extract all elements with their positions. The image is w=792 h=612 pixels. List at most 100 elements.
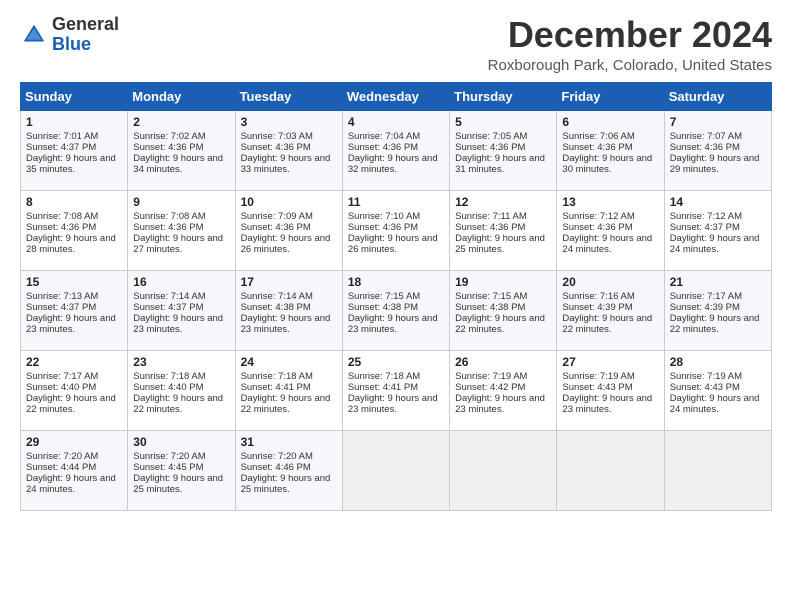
calendar-cell: 4Sunrise: 7:04 AMSunset: 4:36 PMDaylight… — [342, 110, 449, 190]
sunset-text: Sunset: 4:42 PM — [455, 382, 551, 393]
calendar-cell: 23 Sunrise: 7:18 AMSunset: 4:40 PMDayligh… — [128, 350, 235, 430]
calendar-cell: 30Sunrise: 7:20 AMSunset: 4:45 PMDayligh… — [128, 430, 235, 510]
day-number: 23 — [133, 355, 229, 369]
sunset-text: Sunset: 4:39 PM — [562, 302, 658, 313]
day-number: 20 — [562, 275, 658, 289]
daylight-text: Daylight: 9 hours and 23 minutes. — [348, 313, 444, 335]
logo-text-general: General — [52, 15, 119, 35]
calendar-cell: 5Sunrise: 7:05 AMSunset: 4:36 PMDaylight… — [450, 110, 557, 190]
daylight-text: Daylight: 9 hours and 23 minutes. — [348, 393, 444, 415]
calendar-cell: 1Sunrise: 7:01 AMSunset: 4:37 PMDaylight… — [21, 110, 128, 190]
calendar-cell: 26Sunrise: 7:19 AMSunset: 4:42 PMDayligh… — [450, 350, 557, 430]
sunrise-text: Sunrise: 7:20 AM — [133, 451, 229, 462]
day-number: 31 — [241, 435, 337, 449]
day-number: 17 — [241, 275, 337, 289]
calendar-week-row: 15Sunrise: 7:13 AMSunset: 4:37 PMDayligh… — [21, 270, 772, 350]
sunrise-text: Sunrise: 7:19 AM — [455, 371, 551, 382]
location: Roxborough Park, Colorado, United States — [488, 57, 772, 74]
sunset-text: Sunset: 4:36 PM — [241, 222, 337, 233]
sunset-text: Sunset: 4:36 PM — [562, 222, 658, 233]
weekday-header-saturday: Saturday — [664, 82, 771, 110]
header-area: General Blue December 2024 Roxborough Pa… — [20, 15, 772, 74]
weekday-header-sunday: Sunday — [21, 82, 128, 110]
day-number: 4 — [348, 115, 444, 129]
sunrise-text: Sunrise: 7:18 AM — [133, 371, 229, 382]
day-number: 19 — [455, 275, 551, 289]
day-number: 8 — [26, 195, 122, 209]
calendar-table: SundayMondayTuesdayWednesdayThursdayFrid… — [20, 82, 772, 511]
calendar-cell: 28Sunrise: 7:19 AMSunset: 4:43 PMDayligh… — [664, 350, 771, 430]
daylight-text: Daylight: 9 hours and 22 minutes. — [241, 393, 337, 415]
sunrise-text: Sunrise: 7:13 AM — [26, 291, 122, 302]
sunrise-text: Sunrise: 7:19 AM — [562, 371, 658, 382]
calendar-cell — [664, 430, 771, 510]
calendar-cell: 7Sunrise: 7:07 AMSunset: 4:36 PMDaylight… — [664, 110, 771, 190]
sunrise-text: Sunrise: 7:12 AM — [670, 211, 766, 222]
sunset-text: Sunset: 4:44 PM — [26, 462, 122, 473]
day-number: 30 — [133, 435, 229, 449]
sunrise-text: Sunrise: 7:18 AM — [241, 371, 337, 382]
sunset-text: Sunset: 4:37 PM — [670, 222, 766, 233]
daylight-text: Daylight: 9 hours and 22 minutes. — [562, 313, 658, 335]
day-number: 13 — [562, 195, 658, 209]
sunrise-text: Sunrise: 7:02 AM — [133, 131, 229, 142]
calendar-cell — [342, 430, 449, 510]
day-number: 11 — [348, 195, 444, 209]
day-number: 12 — [455, 195, 551, 209]
day-number: 16 — [133, 275, 229, 289]
daylight-text: Daylight: 9 hours and 22 minutes. — [26, 393, 122, 415]
calendar-cell — [450, 430, 557, 510]
sunset-text: Sunset: 4:36 PM — [348, 142, 444, 153]
daylight-text: Daylight: 9 hours and 26 minutes. — [241, 233, 337, 255]
sunset-text: Sunset: 4:36 PM — [455, 222, 551, 233]
sunset-text: Sunset: 4:36 PM — [133, 222, 229, 233]
daylight-text: Daylight: 9 hours and 25 minutes. — [455, 233, 551, 255]
daylight-text: Daylight: 9 hours and 22 minutes. — [133, 393, 229, 415]
day-number: 15 — [26, 275, 122, 289]
day-number: 7 — [670, 115, 766, 129]
daylight-text: Daylight: 9 hours and 33 minutes. — [241, 153, 337, 175]
sunset-text: Sunset: 4:40 PM — [133, 382, 229, 393]
calendar-cell: 9Sunrise: 7:08 AMSunset: 4:36 PMDaylight… — [128, 190, 235, 270]
day-number: 5 — [455, 115, 551, 129]
sunrise-text: Sunrise: 7:16 AM — [562, 291, 658, 302]
calendar-cell: 31Sunrise: 7:20 AMSunset: 4:46 PMDayligh… — [235, 430, 342, 510]
sunrise-text: Sunrise: 7:08 AM — [133, 211, 229, 222]
sunrise-text: Sunrise: 7:18 AM — [348, 371, 444, 382]
sunset-text: Sunset: 4:38 PM — [241, 302, 337, 313]
sunrise-text: Sunrise: 7:20 AM — [241, 451, 337, 462]
sunrise-text: Sunrise: 7:06 AM — [562, 131, 658, 142]
sunset-text: Sunset: 4:46 PM — [241, 462, 337, 473]
sunrise-text: Sunrise: 7:15 AM — [348, 291, 444, 302]
sunrise-text: Sunrise: 7:01 AM — [26, 131, 122, 142]
sunset-text: Sunset: 4:37 PM — [133, 302, 229, 313]
calendar-cell: 17Sunrise: 7:14 AMSunset: 4:38 PMDayligh… — [235, 270, 342, 350]
daylight-text: Daylight: 9 hours and 27 minutes. — [133, 233, 229, 255]
day-number: 22 — [26, 355, 122, 369]
sunrise-text: Sunrise: 7:15 AM — [455, 291, 551, 302]
daylight-text: Daylight: 9 hours and 32 minutes. — [348, 153, 444, 175]
sunset-text: Sunset: 4:36 PM — [348, 222, 444, 233]
day-number: 28 — [670, 355, 766, 369]
month-title: December 2024 — [488, 15, 772, 55]
sunrise-text: Sunrise: 7:17 AM — [670, 291, 766, 302]
calendar-cell: 13Sunrise: 7:12 AMSunset: 4:36 PMDayligh… — [557, 190, 664, 270]
calendar-week-row: 22Sunrise: 7:17 AMSunset: 4:40 PMDayligh… — [21, 350, 772, 430]
daylight-text: Daylight: 9 hours and 23 minutes. — [133, 313, 229, 335]
sunrise-text: Sunrise: 7:03 AM — [241, 131, 337, 142]
sunset-text: Sunset: 4:36 PM — [241, 142, 337, 153]
day-number: 14 — [670, 195, 766, 209]
sunset-text: Sunset: 4:41 PM — [348, 382, 444, 393]
daylight-text: Daylight: 9 hours and 35 minutes. — [26, 153, 122, 175]
sunset-text: Sunset: 4:43 PM — [670, 382, 766, 393]
calendar-cell: 24Sunrise: 7:18 AMSunset: 4:41 PMDayligh… — [235, 350, 342, 430]
logo-text-blue: Blue — [52, 35, 119, 55]
day-number: 1 — [26, 115, 122, 129]
logo: General Blue — [20, 15, 119, 55]
daylight-text: Daylight: 9 hours and 24 minutes. — [670, 233, 766, 255]
title-area: December 2024 Roxborough Park, Colorado,… — [488, 15, 772, 74]
calendar-week-row: 8Sunrise: 7:08 AMSunset: 4:36 PMDaylight… — [21, 190, 772, 270]
sunset-text: Sunset: 4:40 PM — [26, 382, 122, 393]
calendar-cell: 22Sunrise: 7:17 AMSunset: 4:40 PMDayligh… — [21, 350, 128, 430]
sunset-text: Sunset: 4:43 PM — [562, 382, 658, 393]
